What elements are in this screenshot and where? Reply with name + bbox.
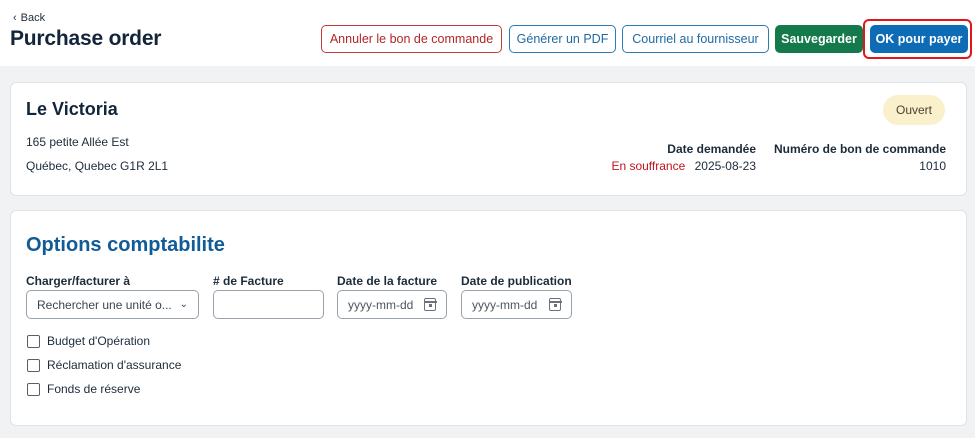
po-number-value: 1010 — [919, 159, 946, 173]
save-button[interactable]: Sauvegarder — [775, 25, 863, 53]
date-requested-value-row: En souffrance 2025-08-23 — [611, 159, 756, 173]
checkbox-insurance-claim[interactable]: Réclamation d'assurance — [27, 358, 181, 372]
generate-pdf-button[interactable]: Générer un PDF — [509, 25, 616, 53]
checkbox-label: Fonds de réserve — [47, 382, 141, 396]
checkbox[interactable] — [27, 382, 40, 396]
ok-to-pay-button[interactable]: OK pour payer — [870, 25, 968, 53]
calendar-icon[interactable] — [423, 298, 437, 311]
back-label: Back — [20, 12, 46, 24]
charge-to-label: Charger/facturer à — [26, 274, 131, 288]
vendor-address-line2: Québec, Quebec G1R 2L1 — [26, 159, 169, 173]
vendor-name: Le Victoria — [26, 99, 118, 119]
charge-to-value: Rechercher une unité o... — [37, 297, 172, 312]
publication-date-placeholder: yyyy-mm-dd — [472, 297, 538, 312]
page-title: Purchase order — [10, 27, 162, 50]
charge-to-select[interactable]: Rechercher une unité o... ⌄ — [26, 290, 199, 319]
overdue-status: En souffrance — [611, 159, 686, 173]
date-requested-label: Date demandée — [667, 142, 756, 156]
invoice-number-input[interactable] — [213, 290, 324, 319]
po-number-label: Numéro de bon de commande — [773, 142, 946, 156]
cancel-po-button[interactable]: Annuler le bon de commande — [321, 25, 502, 53]
publication-date-input[interactable]: yyyy-mm-dd — [461, 290, 572, 319]
checkbox-label: Réclamation d'assurance — [47, 358, 182, 372]
checkbox[interactable] — [27, 334, 40, 348]
accounting-card: Options comptabilite Charger/facturer à … — [10, 210, 967, 426]
top-bar: ‹ Back Purchase order Annuler le bon de … — [0, 0, 975, 66]
publication-date-label: Date de publication — [461, 274, 572, 288]
invoice-date-label: Date de la facture — [337, 274, 438, 288]
chevron-down-icon: ⌄ — [179, 299, 188, 310]
invoice-number-label: # de Facture — [213, 274, 284, 288]
back-link[interactable]: ‹ Back — [13, 12, 45, 24]
email-supplier-button[interactable]: Courriel au fournisseur — [622, 25, 769, 53]
invoice-date-placeholder: yyyy-mm-dd — [348, 297, 414, 312]
status-badge: Ouvert — [882, 95, 945, 125]
checkbox-operating-budget[interactable]: Budget d'Opération — [27, 334, 150, 348]
vendor-card: Le Victoria 165 petite Allée Est Québec,… — [10, 82, 967, 196]
checkbox-label: Budget d'Opération — [47, 334, 151, 348]
checkbox-reserve-fund[interactable]: Fonds de réserve — [27, 382, 140, 396]
section-title: Options comptabilite — [26, 234, 225, 256]
chevron-left-icon: ‹ — [13, 11, 17, 24]
calendar-icon[interactable] — [548, 298, 562, 311]
checkbox[interactable] — [27, 358, 40, 372]
invoice-date-input[interactable]: yyyy-mm-dd — [337, 290, 447, 319]
date-requested-value: 2025-08-23 — [694, 159, 756, 173]
vendor-address-line1: 165 petite Allée Est — [26, 135, 129, 149]
